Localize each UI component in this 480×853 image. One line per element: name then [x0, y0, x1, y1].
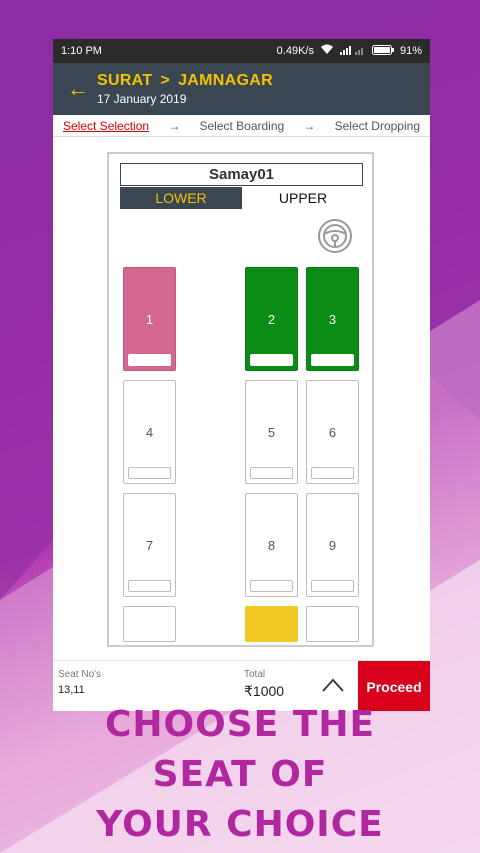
promo-line-3: Your Choice	[96, 804, 384, 845]
route-info: SURAT > JAMNAGAR 17 January 2019	[97, 72, 273, 106]
battery-percent: 91%	[399, 45, 422, 57]
seat-number: 5	[267, 424, 276, 440]
seat-number: 8	[267, 537, 276, 553]
promo-line-2: Seat Of	[152, 754, 328, 795]
step-arrow-icon: →	[168, 118, 181, 133]
seat-9[interactable]: 9	[306, 493, 359, 597]
seat-2[interactable]: 2	[245, 267, 298, 371]
seat-partial[interactable]	[123, 606, 176, 642]
wifi-icon	[320, 44, 334, 58]
tab-lower-deck[interactable]: LOWER	[120, 187, 242, 209]
chevron-up-icon[interactable]	[321, 677, 345, 693]
seat-partial-ladies[interactable]	[245, 606, 298, 642]
route-separator: >	[160, 72, 171, 89]
seat-layout: Samay01 LOWER UPPER 1 2 3 4 5 6 7 8 9	[107, 152, 374, 647]
seat-1[interactable]: 1	[123, 267, 176, 371]
seat-number: 1	[145, 311, 154, 327]
seat-5[interactable]: 5	[245, 380, 298, 484]
phone-screen: 1:10 PM 0.49K/s 91% ← SURAT > JAMNAGAR 1…	[53, 39, 430, 711]
step-select-selection[interactable]: Select Selection	[63, 119, 149, 133]
seat-number: 3	[328, 311, 337, 327]
steering-wheel-icon	[317, 218, 353, 254]
seat-6[interactable]: 6	[306, 380, 359, 484]
seat-number: 2	[267, 311, 276, 327]
total-label: Total	[244, 669, 266, 680]
step-arrow-icon: →	[303, 118, 316, 133]
route-to: JAMNAGAR	[178, 72, 273, 89]
seat-number: 4	[145, 424, 154, 440]
step-select-dropping[interactable]: Select Dropping	[335, 119, 420, 133]
step-select-boarding[interactable]: Select Boarding	[199, 119, 284, 133]
seat-3[interactable]: 3	[306, 267, 359, 371]
total-value: ₹1000	[244, 683, 285, 699]
arrow-left-icon[interactable]: ←	[67, 76, 97, 102]
network-speed: 0.49K/s	[276, 45, 314, 57]
seat-numbers-label: Seat No's	[58, 669, 102, 680]
seat-number: 9	[328, 537, 337, 553]
signal-icon	[339, 45, 366, 58]
promo-line-1: Choose The	[104, 704, 376, 745]
seat-number: 7	[145, 537, 154, 553]
seat-number: 6	[328, 424, 337, 440]
booking-steps: Select Selection → Select Boarding → Sel…	[53, 115, 430, 137]
seat-8[interactable]: 8	[245, 493, 298, 597]
seat-numbers-value: 13,11	[58, 684, 85, 696]
app-bar: ← SURAT > JAMNAGAR 17 January 2019	[53, 63, 430, 115]
seat-4[interactable]: 4	[123, 380, 176, 484]
status-bar: 1:10 PM 0.49K/s 91%	[53, 39, 430, 63]
bus-name: Samay01	[120, 163, 363, 186]
travel-date: 17 January 2019	[97, 92, 187, 106]
route-from: SURAT	[97, 72, 153, 89]
battery-icon	[371, 44, 394, 58]
seat-partial[interactable]	[306, 606, 359, 642]
promo-caption: Choose The Seat Of Your Choice	[0, 700, 480, 850]
status-time: 1:10 PM	[61, 45, 102, 57]
seat-7[interactable]: 7	[123, 493, 176, 597]
tab-upper-deck[interactable]: UPPER	[242, 187, 364, 209]
